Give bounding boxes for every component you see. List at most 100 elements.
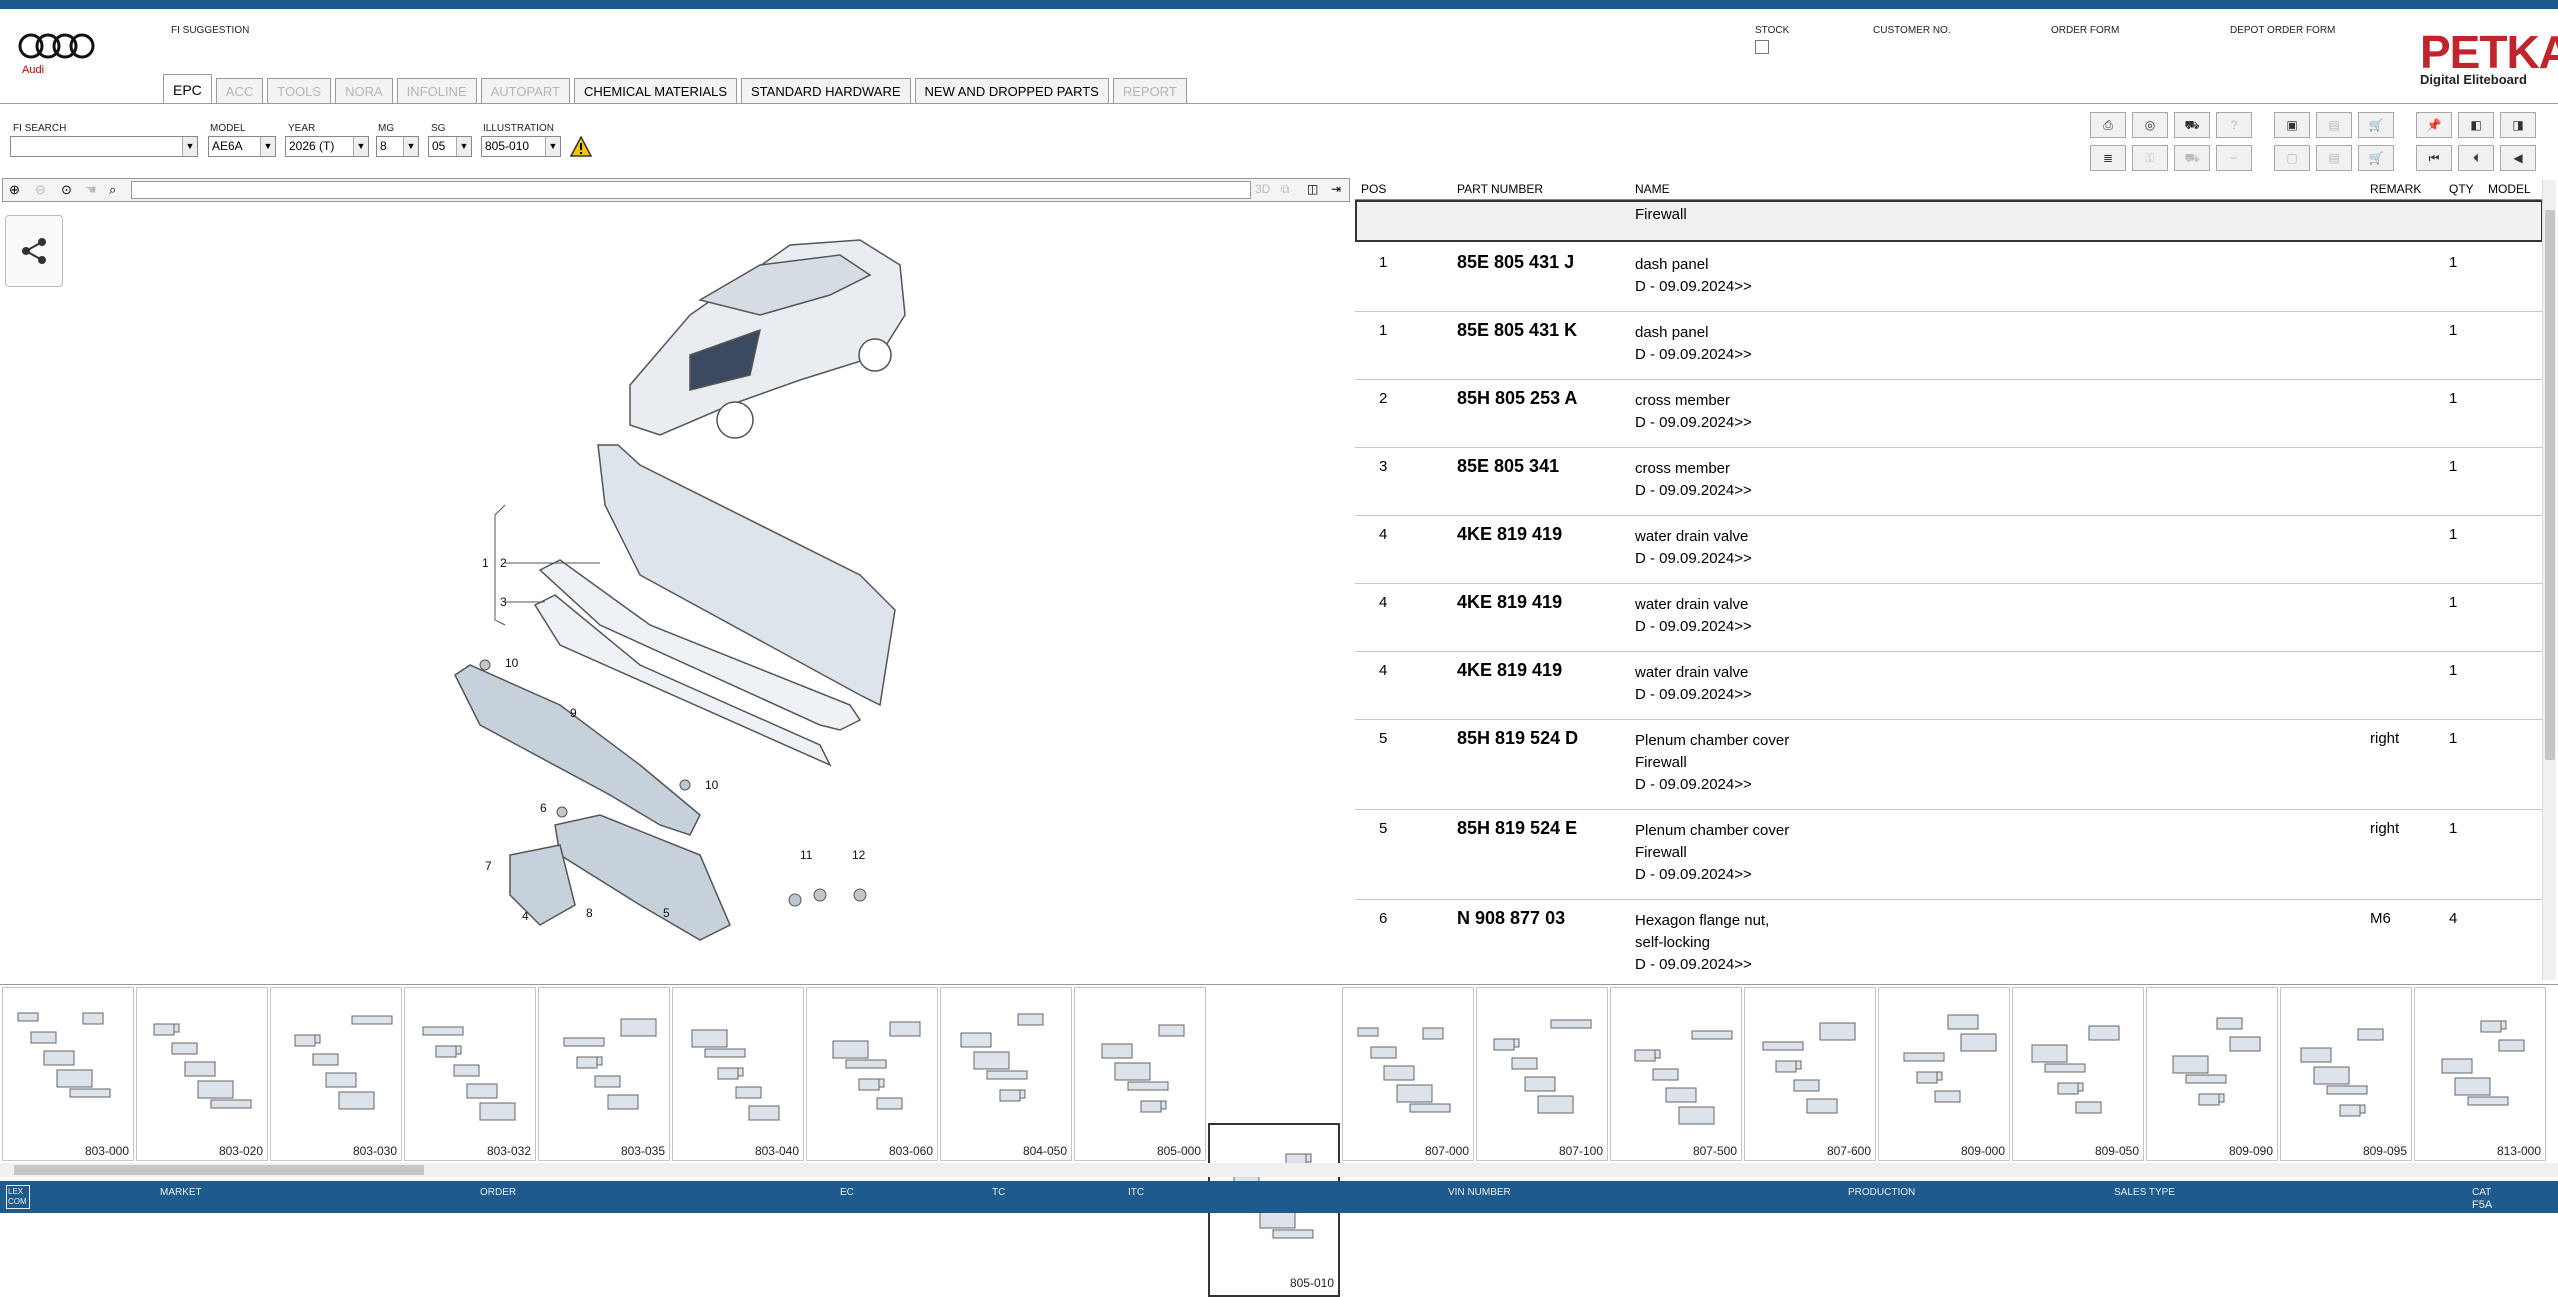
tab-infoline[interactable]: INFOLINE (396, 78, 477, 104)
compare-icon[interactable]: ⧉ (1281, 182, 1290, 197)
share-button[interactable] (5, 215, 63, 287)
chevron-down-icon[interactable]: ▼ (182, 137, 197, 156)
chevron-down-icon[interactable]: ▼ (353, 137, 368, 156)
elsa-button[interactable]: ▣ (2274, 112, 2310, 138)
print-button[interactable]: ⎙ (2090, 112, 2126, 138)
header-model[interactable]: MODEL (2488, 182, 2531, 196)
table-row[interactable]: 3 85E 805 341 cross member D - 09.09.2024>>… (1355, 448, 2543, 516)
chevron-down-icon[interactable]: ▼ (545, 137, 560, 156)
fi-search-select[interactable]: ▼ (10, 136, 198, 157)
search-parts-button[interactable]: ◎ (2132, 112, 2168, 138)
expand-icon[interactable]: ⇥ (1331, 182, 1341, 196)
chevron-down-icon[interactable]: ▼ (260, 137, 275, 156)
illustration-select[interactable]: 805-010 ▼ (481, 136, 561, 157)
production-label: PRODUCTION (1848, 1187, 1916, 1198)
sg-select[interactable]: 05 ▼ (428, 136, 472, 157)
thumbnail-card[interactable]: 809-000 (1878, 987, 2010, 1161)
thumbnail-card[interactable]: 804-050 (940, 987, 1072, 1161)
tab-report[interactable]: REPORT (1112, 78, 1187, 104)
thumbnail-card[interactable]: 809-050 (2012, 987, 2144, 1161)
viewer-search-input[interactable] (131, 181, 1251, 199)
back-button[interactable]: ◀ (2500, 145, 2536, 171)
scroll-thumb[interactable] (14, 1165, 424, 1175)
zoom-fit-icon[interactable]: ⊙ (61, 182, 72, 198)
tab-acc[interactable]: ACC (215, 78, 264, 104)
thumbnail-scrollbar[interactable] (0, 1163, 2558, 1177)
thumbnail-card[interactable]: 803-040 (672, 987, 804, 1161)
key-button[interactable]: ⚿ (2132, 145, 2168, 171)
table-row[interactable]: 4 4KE 819 419 water drain valve D - 09.09.2… (1355, 516, 2543, 584)
chevron-down-icon[interactable]: ▼ (403, 137, 418, 156)
tab-epc[interactable]: EPC (163, 74, 212, 104)
table-row[interactable]: 4 4KE 819 419 water drain valve D - 09.09.2… (1355, 584, 2543, 652)
3d-icon[interactable]: 3D (1255, 182, 1270, 196)
split-view-icon[interactable]: ◫ (1307, 182, 1318, 196)
previous-button[interactable]: ⏴ (2458, 145, 2494, 171)
search-icon[interactable]: ⌕ (109, 182, 116, 198)
thumbnail-part-shape (210, 1099, 252, 1109)
thumbnail-card[interactable]: 807-500 (1610, 987, 1742, 1161)
thumbnail-card[interactable]: 803-035 (538, 987, 670, 1161)
prev-page-button[interactable]: ◧ (2458, 112, 2494, 138)
first-page-button[interactable]: ⏮ (2416, 145, 2452, 171)
thumbnail-card[interactable]: 807-000 (1342, 987, 1474, 1161)
thumbnail-card[interactable]: 803-030 (270, 987, 402, 1161)
table-row[interactable]: 6 N 908 877 03 Hexagon flange nut, self-loc… (1355, 900, 2543, 978)
cart-add-button[interactable]: 🛒 (2358, 112, 2394, 138)
tab-new-and-dropped-parts[interactable]: NEW AND DROPPED PARTS (914, 78, 1109, 104)
table-row[interactable]: 5 85H 819 524 D Plenum chamber cover Firewa… (1355, 720, 2543, 810)
chevron-down-icon[interactable]: ▼ (456, 137, 471, 156)
depot-button[interactable]: ▤ (2316, 112, 2352, 138)
thumbnail-card[interactable]: 803-020 (136, 987, 268, 1161)
header-part-number[interactable]: PART NUMBER (1457, 182, 1543, 196)
header-remark[interactable]: REMARK (2370, 182, 2421, 196)
order-form-label[interactable]: ORDER FORM (2051, 25, 2119, 36)
next-page-button[interactable]: ◨ (2500, 112, 2536, 138)
thumbnail-card[interactable]: 807-100 (1476, 987, 1608, 1161)
cart-button[interactable]: 🛒 (2358, 145, 2394, 171)
thumbnail-card[interactable]: 803-060 (806, 987, 938, 1161)
table-row[interactable]: 5 85H 819 524 E Plenum chamber cover Firewa… (1355, 810, 2543, 900)
doc-button[interactable]: ▢ (2274, 145, 2310, 171)
warning-icon[interactable] (570, 136, 592, 158)
header-name[interactable]: NAME (1635, 182, 1670, 196)
tab-autopart[interactable]: AUTOPART (480, 78, 570, 104)
stock-checkbox[interactable] (1755, 40, 1769, 54)
help-button[interactable]: ? (2216, 112, 2252, 138)
thumbnail-card[interactable]: 809-090 (2146, 987, 2278, 1161)
table-row[interactable]: 4 4KE 819 419 water drain valve D - 09.09.2… (1355, 652, 2543, 720)
minus-button[interactable]: − (2216, 145, 2252, 171)
tab-nora[interactable]: NORA (335, 78, 393, 104)
thumbnail-part-shape (1947, 1014, 1979, 1030)
mg-select[interactable]: 8 ▼ (376, 136, 419, 157)
group-row[interactable]: Firewall (1355, 200, 2543, 242)
stock-doc-button[interactable]: ▤ (2316, 145, 2352, 171)
thumbnail-card[interactable]: 809-095 (2280, 987, 2412, 1161)
table-vertical-scrollbar[interactable] (2542, 180, 2556, 980)
thumbnail-card[interactable]: 813-000 (2414, 987, 2546, 1161)
table-row[interactable]: 2 85H 805 253 A cross member D - 09.09.2024… (1355, 380, 2543, 448)
tab-chemical-materials[interactable]: CHEMICAL MATERIALS (573, 78, 738, 104)
year-select[interactable]: 2026 (T) ▼ (285, 136, 369, 157)
table-row[interactable]: 1 85E 805 431 J dash panel D - 09.09.2024>>… (1355, 244, 2543, 312)
header-pos[interactable]: POS (1361, 182, 1386, 196)
customer-no-label[interactable]: CUSTOMER NO. (1873, 25, 1951, 36)
scroll-thumb[interactable] (2545, 210, 2555, 760)
pan-icon[interactable]: ☚ (85, 182, 97, 198)
tab-tools[interactable]: TOOLS (267, 78, 332, 104)
car-button[interactable]: ⛟ (2174, 145, 2210, 171)
zoom-out-icon[interactable]: ⊖ (35, 182, 46, 198)
thumbnail-card[interactable]: 807-600 (1744, 987, 1876, 1161)
depot-order-form-label[interactable]: DEPOT ORDER FORM (2230, 25, 2335, 36)
thumbnail-card[interactable]: 805-000 (1074, 987, 1206, 1161)
table-row[interactable]: 1 85E 805 431 K dash panel D - 09.09.2024>>… (1355, 312, 2543, 380)
header-qty[interactable]: QTY (2449, 182, 2474, 196)
thumbnail-card[interactable]: 803-000 (2, 987, 134, 1161)
pin-button[interactable]: 📌 (2416, 112, 2452, 138)
model-select[interactable]: AE6A ▼ (208, 136, 276, 157)
thumbnail-card[interactable]: 803-032 (404, 987, 536, 1161)
tab-standard-hardware[interactable]: STANDARD HARDWARE (741, 78, 911, 104)
zoom-in-icon[interactable]: ⊕ (9, 182, 20, 198)
list-view-button[interactable]: ≣ (2090, 145, 2126, 171)
vehicle-button[interactable]: ⛟ (2174, 112, 2210, 138)
